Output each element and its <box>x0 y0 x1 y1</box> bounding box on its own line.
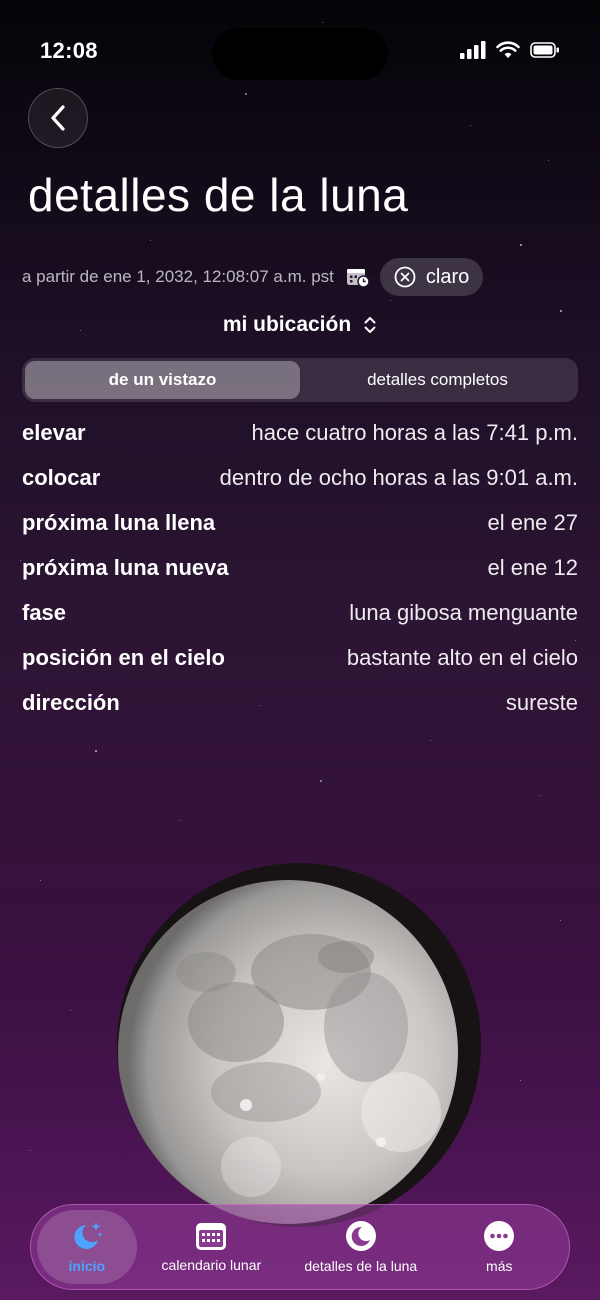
dynamic-island <box>212 28 388 80</box>
status-icons <box>460 41 560 59</box>
detail-row-rise: elevar hace cuatro horas a las 7:41 p.m. <box>22 410 578 455</box>
bottom-tab-bar: inicio calendario lunar detalles de la l… <box>30 1204 570 1290</box>
page-title: detalles de la luna <box>28 169 409 221</box>
status-time: 12:08 <box>40 38 98 63</box>
detail-value: bastante alto en el cielo <box>346 644 578 670</box>
detail-value: dentro de ocho horas a las 9:01 a.m. <box>219 464 578 490</box>
tab-label: más <box>486 1258 513 1274</box>
calendar-grid-icon <box>196 1223 227 1250</box>
calendar-clock-icon <box>346 269 370 288</box>
tab-inicio[interactable]: inicio <box>37 1210 137 1284</box>
moon-stars-icon <box>74 1222 103 1249</box>
clear-date-button[interactable]: claro <box>379 258 484 296</box>
tab-detalles-de-la-luna[interactable]: detalles de la luna <box>286 1210 435 1284</box>
detail-value: hace cuatro horas a las 7:41 p.m. <box>251 419 578 445</box>
tab-calendario-lunar[interactable]: calendario lunar <box>137 1210 286 1284</box>
as-of-row: a partir de ene 1, 2032, 12:08:07 a.m. p… <box>22 258 484 296</box>
wifi-icon <box>496 41 520 58</box>
detail-label: fase <box>22 599 67 625</box>
detail-label: colocar <box>22 464 101 490</box>
location-label: mi ubicación <box>222 313 352 336</box>
detail-row-direction: dirección sureste <box>22 680 578 725</box>
calendar-clock-button[interactable] <box>346 266 370 288</box>
more-dots-icon <box>484 1221 515 1251</box>
clear-label: claro <box>425 265 470 288</box>
battery-icon <box>530 42 559 58</box>
detail-value: el ene 27 <box>487 509 578 535</box>
segment-full-details[interactable]: detalles completos <box>300 361 575 399</box>
tab-label: calendario lunar <box>161 1257 262 1273</box>
detail-label: próxima luna nueva <box>22 554 229 580</box>
detail-label: posición en el cielo <box>22 644 225 670</box>
segment-at-a-glance[interactable]: de un vistazo <box>25 361 300 399</box>
tab-label: detalles de la luna <box>304 1258 418 1274</box>
close-circle-icon <box>394 266 416 288</box>
chevron-up-down-icon <box>364 317 376 333</box>
moon-phase-image <box>116 862 482 1228</box>
detail-row-sky-position: posición en el cielo bastante alto en el… <box>22 635 578 680</box>
detail-label: dirección <box>22 689 120 715</box>
as-of-timestamp: a partir de ene 1, 2032, 12:08:07 a.m. p… <box>22 267 334 286</box>
detail-row-next-new-moon: próxima luna nueva el ene 12 <box>22 545 578 590</box>
tab-mas[interactable]: más <box>436 1210 564 1284</box>
tab-label: inicio <box>68 1258 106 1274</box>
cellular-signal-icon <box>460 41 486 59</box>
chevron-left-icon <box>51 105 65 131</box>
view-segmented-control: de un vistazo detalles completos <box>22 358 578 402</box>
detail-row-next-full-moon: próxima luna llena el ene 27 <box>22 500 578 545</box>
detail-label: elevar <box>22 419 86 445</box>
detail-value: sureste <box>505 689 578 715</box>
location-selector[interactable]: mi ubicación <box>0 313 600 337</box>
back-button[interactable] <box>28 88 88 148</box>
detail-value: el ene 12 <box>487 554 578 580</box>
detail-row-set: colocar dentro de ocho horas a las 9:01 … <box>22 455 578 500</box>
detail-row-phase: fase luna gibosa menguante <box>22 590 578 635</box>
moon-circle-icon <box>345 1221 376 1251</box>
detail-label: próxima luna llena <box>22 509 216 535</box>
status-bar: 12:08 <box>0 0 600 100</box>
moon-details-list: elevar hace cuatro horas a las 7:41 p.m.… <box>22 410 578 725</box>
detail-value: luna gibosa menguante <box>349 599 578 625</box>
